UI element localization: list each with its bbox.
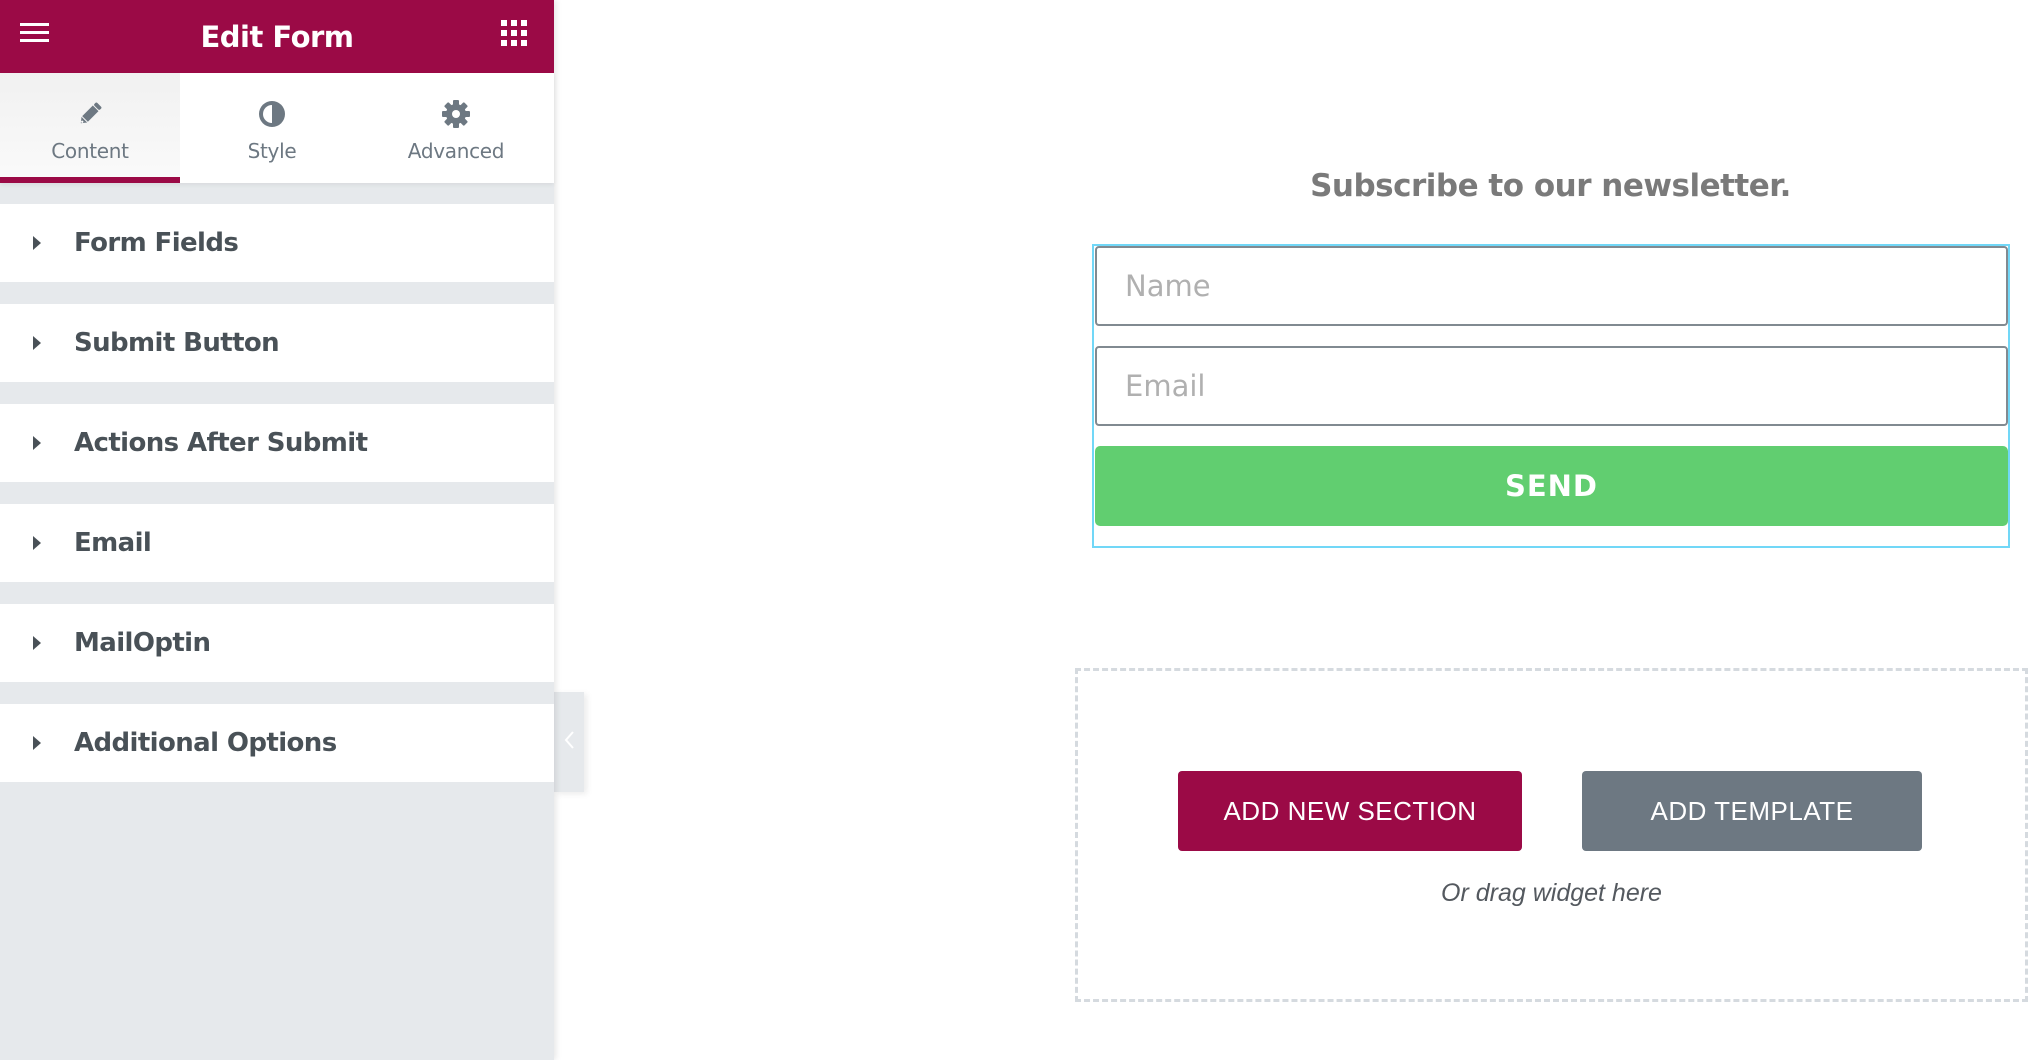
add-template-button[interactable]: ADD TEMPLATE	[1582, 771, 1922, 851]
panel-tabs: Content Style Advanced	[0, 73, 554, 183]
section-label: MailOptin	[74, 628, 211, 658]
pencil-icon	[75, 99, 105, 129]
section-email[interactable]: Email	[0, 504, 554, 582]
section-label: Additional Options	[74, 728, 337, 758]
section-label: Email	[74, 528, 152, 558]
tab-content[interactable]: Content	[0, 73, 180, 183]
tab-style[interactable]: Style	[180, 73, 364, 183]
section-label: Form Fields	[74, 228, 239, 258]
newsletter-heading: Subscribe to our newsletter.	[1310, 168, 1791, 204]
section-label: Actions After Submit	[74, 428, 368, 458]
send-button[interactable]: SEND	[1095, 446, 2008, 526]
section-label: Submit Button	[74, 328, 280, 358]
chevron-left-icon	[563, 730, 575, 755]
half-circle-contrast-icon	[257, 99, 287, 129]
panel-collapse-toggle[interactable]	[554, 692, 584, 792]
name-input[interactable]	[1095, 246, 2008, 326]
section-submit-button[interactable]: Submit Button	[0, 304, 554, 382]
drag-widget-hint: Or drag widget here	[1441, 879, 1662, 907]
section-form-fields[interactable]: Form Fields	[0, 204, 554, 282]
tab-label: Style	[247, 139, 297, 163]
section-actions-after-submit[interactable]: Actions After Submit	[0, 404, 554, 482]
caret-right-icon	[33, 536, 41, 550]
form-widget[interactable]: SEND	[1092, 244, 2010, 548]
tab-label: Content	[51, 139, 129, 163]
tab-advanced[interactable]: Advanced	[364, 73, 548, 183]
section-additional-options[interactable]: Additional Options	[0, 704, 554, 782]
editor-panel: Edit Form Content Style Advanced Form Fi…	[0, 0, 554, 1060]
panel-sections: Form Fields Submit Button Actions After …	[0, 204, 554, 804]
caret-right-icon	[33, 736, 41, 750]
hamburger-menu-icon[interactable]	[20, 23, 49, 43]
panel-title: Edit Form	[200, 19, 354, 54]
gear-icon	[441, 99, 471, 129]
add-section-drop-zone[interactable]: ADD NEW SECTION ADD TEMPLATE Or drag wid…	[1075, 668, 2028, 1002]
add-new-section-button[interactable]: ADD NEW SECTION	[1178, 771, 1522, 851]
caret-right-icon	[33, 336, 41, 350]
panel-header: Edit Form	[0, 0, 554, 73]
tab-label: Advanced	[407, 139, 505, 163]
section-mailoptin[interactable]: MailOptin	[0, 604, 554, 682]
apps-grid-icon[interactable]	[501, 20, 527, 46]
caret-right-icon	[33, 236, 41, 250]
email-input[interactable]	[1095, 346, 2008, 426]
caret-right-icon	[33, 436, 41, 450]
caret-right-icon	[33, 636, 41, 650]
